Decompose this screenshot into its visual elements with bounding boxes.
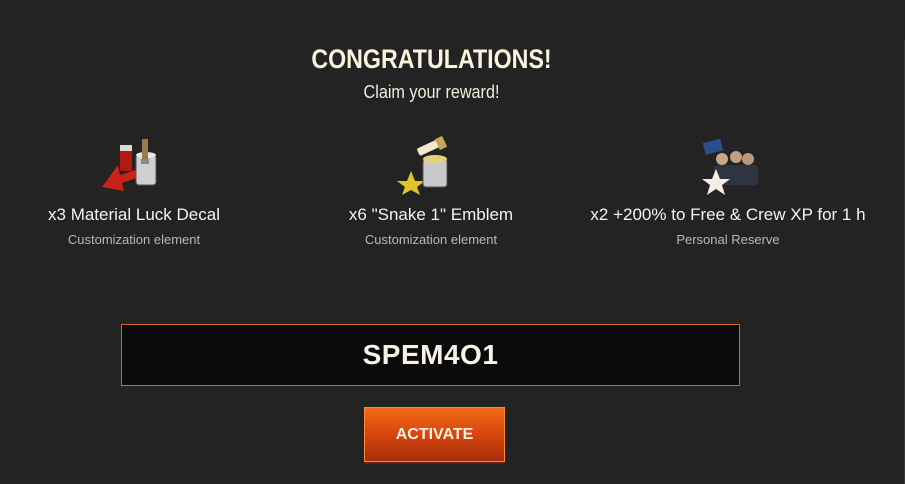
page-title: CONGRATULATIONS! bbox=[311, 44, 552, 74]
reward-item: x3 Material Luck Decal Customization ele… bbox=[0, 135, 274, 247]
reward-name: x3 Material Luck Decal bbox=[48, 205, 220, 224]
activate-button[interactable]: ACTIVATE bbox=[364, 407, 505, 462]
reward-claim-page: CONGRATULATIONS! Claim your reward! x3 M… bbox=[0, 0, 905, 484]
page-subtitle: Claim your reward! bbox=[363, 82, 500, 102]
reward-item: x2 +200% to Free & Crew XP for 1 h Perso… bbox=[588, 135, 868, 247]
reward-type: Customization element bbox=[364, 232, 498, 247]
decal-paint-icon bbox=[98, 135, 170, 195]
reward-type: Customization element bbox=[67, 232, 201, 247]
reward-item: x6 "Snake 1" Emblem Customization elemen… bbox=[291, 135, 571, 247]
emblem-paint-icon bbox=[395, 135, 467, 195]
reward-name: x2 +200% to Free & Crew XP for 1 h bbox=[590, 205, 866, 224]
reward-type: Personal Reserve bbox=[676, 232, 780, 247]
crew-reserve-icon bbox=[692, 135, 764, 195]
reward-code-field[interactable]: SPEM4O1 bbox=[121, 324, 740, 386]
reward-name: x6 "Snake 1" Emblem bbox=[348, 205, 514, 224]
